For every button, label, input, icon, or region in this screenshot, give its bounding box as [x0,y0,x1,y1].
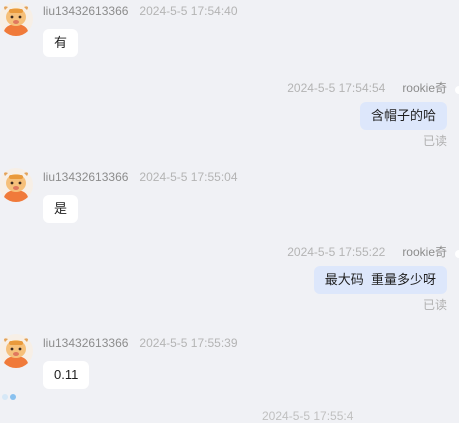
sender-name[interactable]: liu13432613366 [43,336,128,350]
message-bubble[interactable]: 最大码 重量多少呀 [313,266,447,294]
avatar[interactable] [0,2,33,36]
message-meta: liu13432613366 2024-5-5 17:54:40 [43,4,238,18]
message-time: 2024-5-5 17:55:04 [139,170,238,184]
sender-name[interactable]: liu13432613366 [43,4,128,18]
message-outgoing: 2024-5-5 17:54:54 rookie奇 含帽子的哈 已读 [0,76,459,150]
message-meta: 2024-5-5 17:54:54 rookie奇 [287,79,447,96]
read-status: 已读 [422,298,447,312]
avatar[interactable] [0,334,33,368]
cartoon-horned-character-icon [4,172,28,202]
loading-dots-icon [2,387,18,405]
message-incoming: liu13432613366 2024-5-5 17:55:39 0.11 [0,332,459,394]
message-bubble[interactable]: 含帽子的哈 [359,102,447,130]
avatar-edge [455,250,459,258]
message-time: 2024-5-5 17:54:40 [139,4,238,18]
loading-dot [10,394,16,400]
message-time: 2024-5-5 17:55:39 [139,336,238,350]
avatar[interactable] [0,168,33,202]
message-incoming: liu13432613366 2024-5-5 17:54:40 有 [0,0,459,66]
sender-name[interactable]: liu13432613366 [43,170,128,184]
next-message-meta-partial: 2024-5-5 17:55:4 [262,409,354,423]
message-bubble[interactable]: 有 [43,29,79,57]
message-bubble[interactable]: 是 [43,195,79,223]
message-incoming: liu13432613366 2024-5-5 17:55:04 是 [0,166,459,232]
sender-name[interactable]: rookie奇 [402,81,447,95]
loading-dot [2,394,8,400]
message-meta: liu13432613366 2024-5-5 17:55:04 [43,170,238,184]
cartoon-horned-character-icon [4,6,28,36]
message-bubble[interactable]: 0.11 [43,361,90,389]
message-meta: 2024-5-5 17:55:22 rookie奇 [287,243,447,260]
chat-message-list: liu13432613366 2024-5-5 17:54:40 有 2024-5… [0,0,459,423]
message-time: 2024-5-5 17:54:54 [287,81,386,95]
avatar-edge [455,86,459,94]
cartoon-horned-character-icon [4,338,28,368]
read-status: 已读 [422,134,447,148]
message-time: 2024-5-5 17:55:22 [287,245,386,259]
message-meta: liu13432613366 2024-5-5 17:55:39 [43,336,238,350]
sender-name[interactable]: rookie奇 [402,245,447,259]
message-outgoing: 2024-5-5 17:55:22 rookie奇 最大码 重量多少呀 已读 [0,240,459,314]
